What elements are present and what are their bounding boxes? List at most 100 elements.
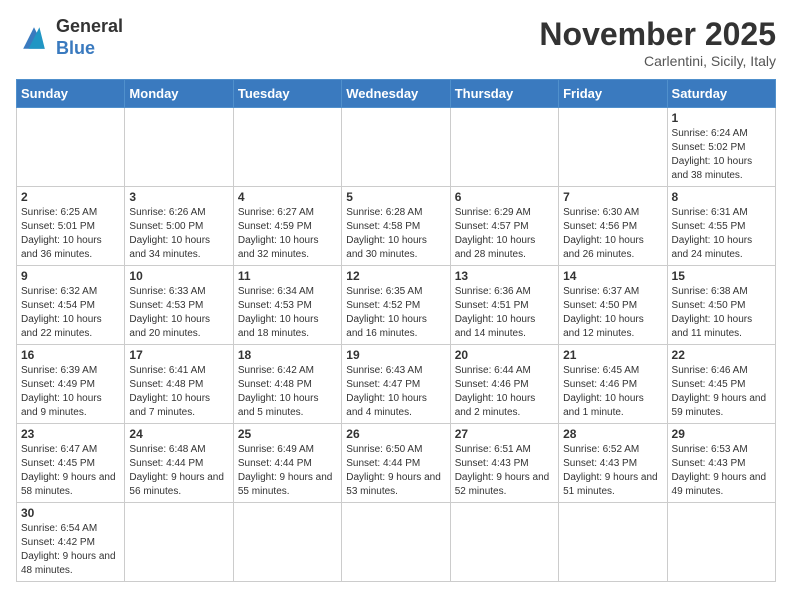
calendar-cell: 5 Sunrise: 6:28 AM Sunset: 4:58 PM Daylig…: [342, 187, 450, 266]
day-info: Sunrise: 6:31 AM Sunset: 4:55 PM Dayligh…: [672, 206, 771, 262]
day-number: 12: [346, 269, 445, 283]
day-number: 30: [21, 506, 120, 520]
day-info: Sunrise: 6:35 AM Sunset: 4:52 PM Dayligh…: [346, 285, 445, 341]
day-info: Sunrise: 6:48 AM Sunset: 4:44 PM Dayligh…: [129, 443, 228, 499]
day-number: 10: [129, 269, 228, 283]
month-title: November 2025: [539, 16, 776, 53]
day-number: 2: [21, 190, 120, 204]
day-info: Sunrise: 6:24 AM Sunset: 5:02 PM Dayligh…: [672, 127, 771, 183]
calendar-cell: 7 Sunrise: 6:30 AM Sunset: 4:56 PM Daylig…: [559, 187, 667, 266]
calendar-cell: 28 Sunrise: 6:52 AM Sunset: 4:43 PM Dayli…: [559, 424, 667, 503]
calendar-cell: 24 Sunrise: 6:48 AM Sunset: 4:44 PM Dayli…: [125, 424, 233, 503]
calendar-cell: 10 Sunrise: 6:33 AM Sunset: 4:53 PM Dayli…: [125, 266, 233, 345]
day-info: Sunrise: 6:38 AM Sunset: 4:50 PM Dayligh…: [672, 285, 771, 341]
calendar-cell: 30 Sunrise: 6:54 AM Sunset: 4:42 PM Dayli…: [17, 503, 125, 582]
calendar-week-row: 9 Sunrise: 6:32 AM Sunset: 4:54 PM Daylig…: [17, 266, 776, 345]
col-sunday: Sunday: [17, 80, 125, 108]
day-number: 9: [21, 269, 120, 283]
title-block: November 2025 Carlentini, Sicily, Italy: [539, 16, 776, 69]
day-info: Sunrise: 6:47 AM Sunset: 4:45 PM Dayligh…: [21, 443, 120, 499]
calendar-week-row: 2Sunrise: 6:25 AM Sunset: 5:01 PM Daylig…: [17, 187, 776, 266]
day-number: 24: [129, 427, 228, 441]
calendar-week-row: 16Sunrise: 6:39 AM Sunset: 4:49 PM Dayli…: [17, 345, 776, 424]
day-info: Sunrise: 6:32 AM Sunset: 4:54 PM Dayligh…: [21, 285, 120, 341]
day-info: Sunrise: 6:43 AM Sunset: 4:47 PM Dayligh…: [346, 364, 445, 420]
calendar-cell: 6Sunrise: 6:29 AM Sunset: 4:57 PM Daylig…: [450, 187, 558, 266]
calendar-cell: [559, 503, 667, 582]
day-info: Sunrise: 6:45 AM Sunset: 4:46 PM Dayligh…: [563, 364, 662, 420]
day-number: 14: [563, 269, 662, 283]
day-info: Sunrise: 6:26 AM Sunset: 5:00 PM Dayligh…: [129, 206, 228, 262]
day-number: 5: [346, 190, 445, 204]
day-number: 13: [455, 269, 554, 283]
day-info: Sunrise: 6:37 AM Sunset: 4:50 PM Dayligh…: [563, 285, 662, 341]
calendar-cell: [450, 503, 558, 582]
calendar-cell: [125, 503, 233, 582]
day-number: 23: [21, 427, 120, 441]
day-number: 18: [238, 348, 337, 362]
day-number: 3: [129, 190, 228, 204]
col-wednesday: Wednesday: [342, 80, 450, 108]
col-thursday: Thursday: [450, 80, 558, 108]
calendar-cell: 17 Sunrise: 6:41 AM Sunset: 4:48 PM Dayli…: [125, 345, 233, 424]
calendar-cell: 22Sunrise: 6:46 AM Sunset: 4:45 PM Dayli…: [667, 345, 775, 424]
day-number: 21: [563, 348, 662, 362]
day-info: Sunrise: 6:33 AM Sunset: 4:53 PM Dayligh…: [129, 285, 228, 341]
calendar-week-row: 23 Sunrise: 6:47 AM Sunset: 4:45 PM Dayli…: [17, 424, 776, 503]
day-number: 28: [563, 427, 662, 441]
calendar-cell: 23 Sunrise: 6:47 AM Sunset: 4:45 PM Dayli…: [17, 424, 125, 503]
calendar-cell: 4 Sunrise: 6:27 AM Sunset: 4:59 PM Daylig…: [233, 187, 341, 266]
calendar-cell: 27Sunrise: 6:51 AM Sunset: 4:43 PM Dayli…: [450, 424, 558, 503]
calendar-cell: 15 Sunrise: 6:38 AM Sunset: 4:50 PM Dayli…: [667, 266, 775, 345]
calendar-cell: 13Sunrise: 6:36 AM Sunset: 4:51 PM Dayli…: [450, 266, 558, 345]
calendar-cell: [450, 108, 558, 187]
calendar-cell: 14 Sunrise: 6:37 AM Sunset: 4:50 PM Dayli…: [559, 266, 667, 345]
calendar-cell: [559, 108, 667, 187]
logo-icon: [16, 20, 52, 56]
calendar-cell: [125, 108, 233, 187]
day-number: 15: [672, 269, 771, 283]
day-info: Sunrise: 6:30 AM Sunset: 4:56 PM Dayligh…: [563, 206, 662, 262]
day-number: 4: [238, 190, 337, 204]
day-info: Sunrise: 6:44 AM Sunset: 4:46 PM Dayligh…: [455, 364, 554, 420]
day-info: Sunrise: 6:49 AM Sunset: 4:44 PM Dayligh…: [238, 443, 337, 499]
day-number: 1: [672, 111, 771, 125]
calendar-cell: 12 Sunrise: 6:35 AM Sunset: 4:52 PM Dayli…: [342, 266, 450, 345]
day-number: 22: [672, 348, 771, 362]
calendar-cell: [17, 108, 125, 187]
calendar-week-row: 30 Sunrise: 6:54 AM Sunset: 4:42 PM Dayli…: [17, 503, 776, 582]
calendar-cell: [233, 503, 341, 582]
page-header: GeneralBlue November 2025 Carlentini, Si…: [16, 16, 776, 69]
calendar-cell: 2Sunrise: 6:25 AM Sunset: 5:01 PM Daylig…: [17, 187, 125, 266]
logo-text: GeneralBlue: [56, 16, 123, 59]
day-number: 20: [455, 348, 554, 362]
calendar-cell: 16Sunrise: 6:39 AM Sunset: 4:49 PM Dayli…: [17, 345, 125, 424]
calendar-cell: 29Sunrise: 6:53 AM Sunset: 4:43 PM Dayli…: [667, 424, 775, 503]
day-info: Sunrise: 6:54 AM Sunset: 4:42 PM Dayligh…: [21, 522, 120, 578]
calendar-cell: [342, 108, 450, 187]
calendar-cell: [342, 503, 450, 582]
day-info: Sunrise: 6:27 AM Sunset: 4:59 PM Dayligh…: [238, 206, 337, 262]
calendar-cell: [667, 503, 775, 582]
logo: GeneralBlue: [16, 16, 123, 59]
day-number: 29: [672, 427, 771, 441]
col-saturday: Saturday: [667, 80, 775, 108]
day-number: 25: [238, 427, 337, 441]
day-info: Sunrise: 6:52 AM Sunset: 4:43 PM Dayligh…: [563, 443, 662, 499]
calendar-week-row: 1 Sunrise: 6:24 AM Sunset: 5:02 PM Daylig…: [17, 108, 776, 187]
calendar-cell: 25 Sunrise: 6:49 AM Sunset: 4:44 PM Dayli…: [233, 424, 341, 503]
day-info: Sunrise: 6:51 AM Sunset: 4:43 PM Dayligh…: [455, 443, 554, 499]
day-info: Sunrise: 6:42 AM Sunset: 4:48 PM Dayligh…: [238, 364, 337, 420]
calendar-cell: 8Sunrise: 6:31 AM Sunset: 4:55 PM Daylig…: [667, 187, 775, 266]
calendar-cell: 1 Sunrise: 6:24 AM Sunset: 5:02 PM Daylig…: [667, 108, 775, 187]
calendar-cell: 20 Sunrise: 6:44 AM Sunset: 4:46 PM Dayli…: [450, 345, 558, 424]
day-info: Sunrise: 6:29 AM Sunset: 4:57 PM Dayligh…: [455, 206, 554, 262]
day-number: 7: [563, 190, 662, 204]
day-number: 17: [129, 348, 228, 362]
calendar-cell: 11Sunrise: 6:34 AM Sunset: 4:53 PM Dayli…: [233, 266, 341, 345]
calendar-cell: 3 Sunrise: 6:26 AM Sunset: 5:00 PM Daylig…: [125, 187, 233, 266]
day-info: Sunrise: 6:41 AM Sunset: 4:48 PM Dayligh…: [129, 364, 228, 420]
calendar-cell: 21 Sunrise: 6:45 AM Sunset: 4:46 PM Dayli…: [559, 345, 667, 424]
day-number: 11: [238, 269, 337, 283]
day-info: Sunrise: 6:28 AM Sunset: 4:58 PM Dayligh…: [346, 206, 445, 262]
